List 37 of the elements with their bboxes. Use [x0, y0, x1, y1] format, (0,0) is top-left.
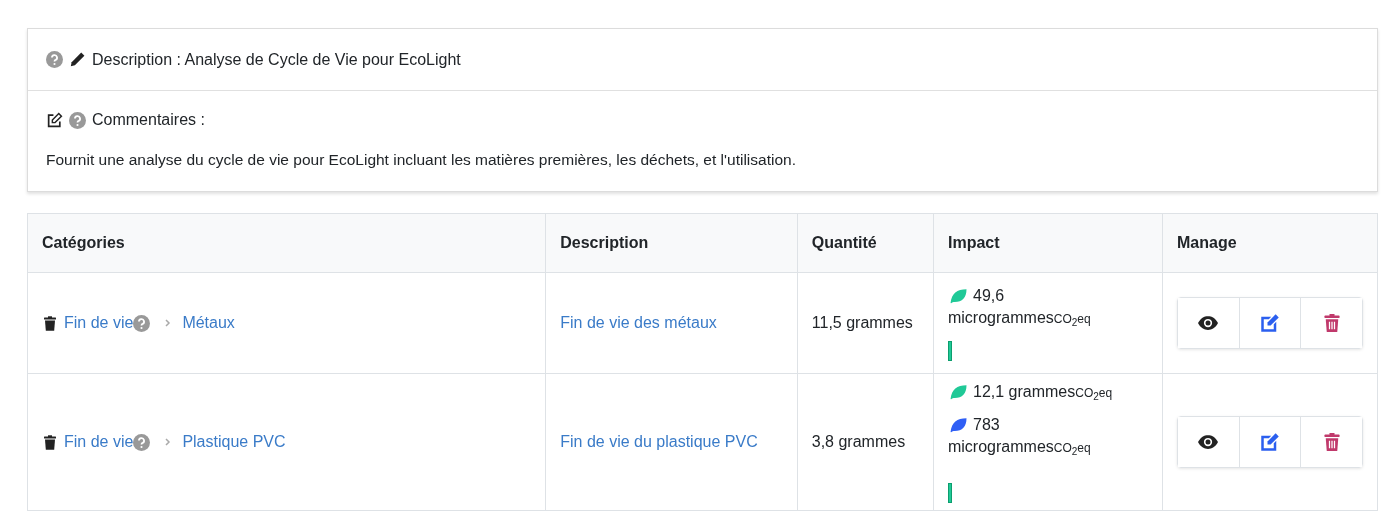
edit-icon	[46, 111, 63, 129]
edit-button[interactable]	[1239, 298, 1302, 348]
description-link[interactable]: Fin de vie du plastique PVC	[560, 433, 758, 450]
pencil-icon	[69, 51, 86, 68]
table-cell: 11,5 grammes	[797, 272, 934, 374]
trash-icon	[42, 314, 58, 332]
table-cell: 3,8 grammes	[797, 373, 934, 511]
impact-value: 12,1 grammesCO$_{2}$eq	[972, 381, 1114, 404]
edit-icon	[1260, 432, 1280, 452]
category-link[interactable]: Fin de vie	[64, 433, 134, 451]
help-icon	[133, 433, 151, 451]
delete-button[interactable]	[1301, 417, 1362, 467]
description-link[interactable]: Fin de vie des métaux	[560, 314, 717, 331]
impact-value: 783 microgrammesCO$_{2}$eq	[948, 415, 1092, 460]
category-link[interactable]: Fin de vie	[64, 314, 134, 332]
subcategory-link[interactable]: Métaux	[182, 314, 235, 332]
view-button[interactable]	[1178, 417, 1240, 467]
comments-text: Fournit une analyse du cycle de vie pour EcoLight incluant les matières premières, les déchets, et l'utilisation.	[46, 151, 797, 170]
edit-button[interactable]	[1239, 417, 1302, 467]
eye-icon	[1198, 313, 1219, 333]
impact-value: 49,6 microgrammesCO$_{2}$eq	[948, 286, 1092, 331]
card-title: Description : Analyse de Cycle de Vie pour EcoLight	[92, 50, 461, 69]
help-icon	[69, 111, 86, 129]
trash-icon	[42, 433, 58, 451]
edit-icon	[1260, 313, 1280, 333]
column-header: Quantité	[797, 213, 934, 273]
column-header: Description	[545, 213, 798, 273]
help-icon	[133, 314, 151, 332]
column-header: Manage	[1162, 213, 1378, 273]
delete-button[interactable]	[1301, 298, 1362, 348]
comments-label: Commentaires :	[92, 111, 205, 129]
column-header: Catégories	[27, 213, 546, 273]
eye-icon	[1198, 432, 1219, 452]
help-icon	[46, 51, 63, 68]
column-header: Impact	[933, 213, 1163, 273]
view-button[interactable]	[1178, 298, 1240, 348]
subcategory-link[interactable]: Plastique PVC	[182, 433, 286, 451]
